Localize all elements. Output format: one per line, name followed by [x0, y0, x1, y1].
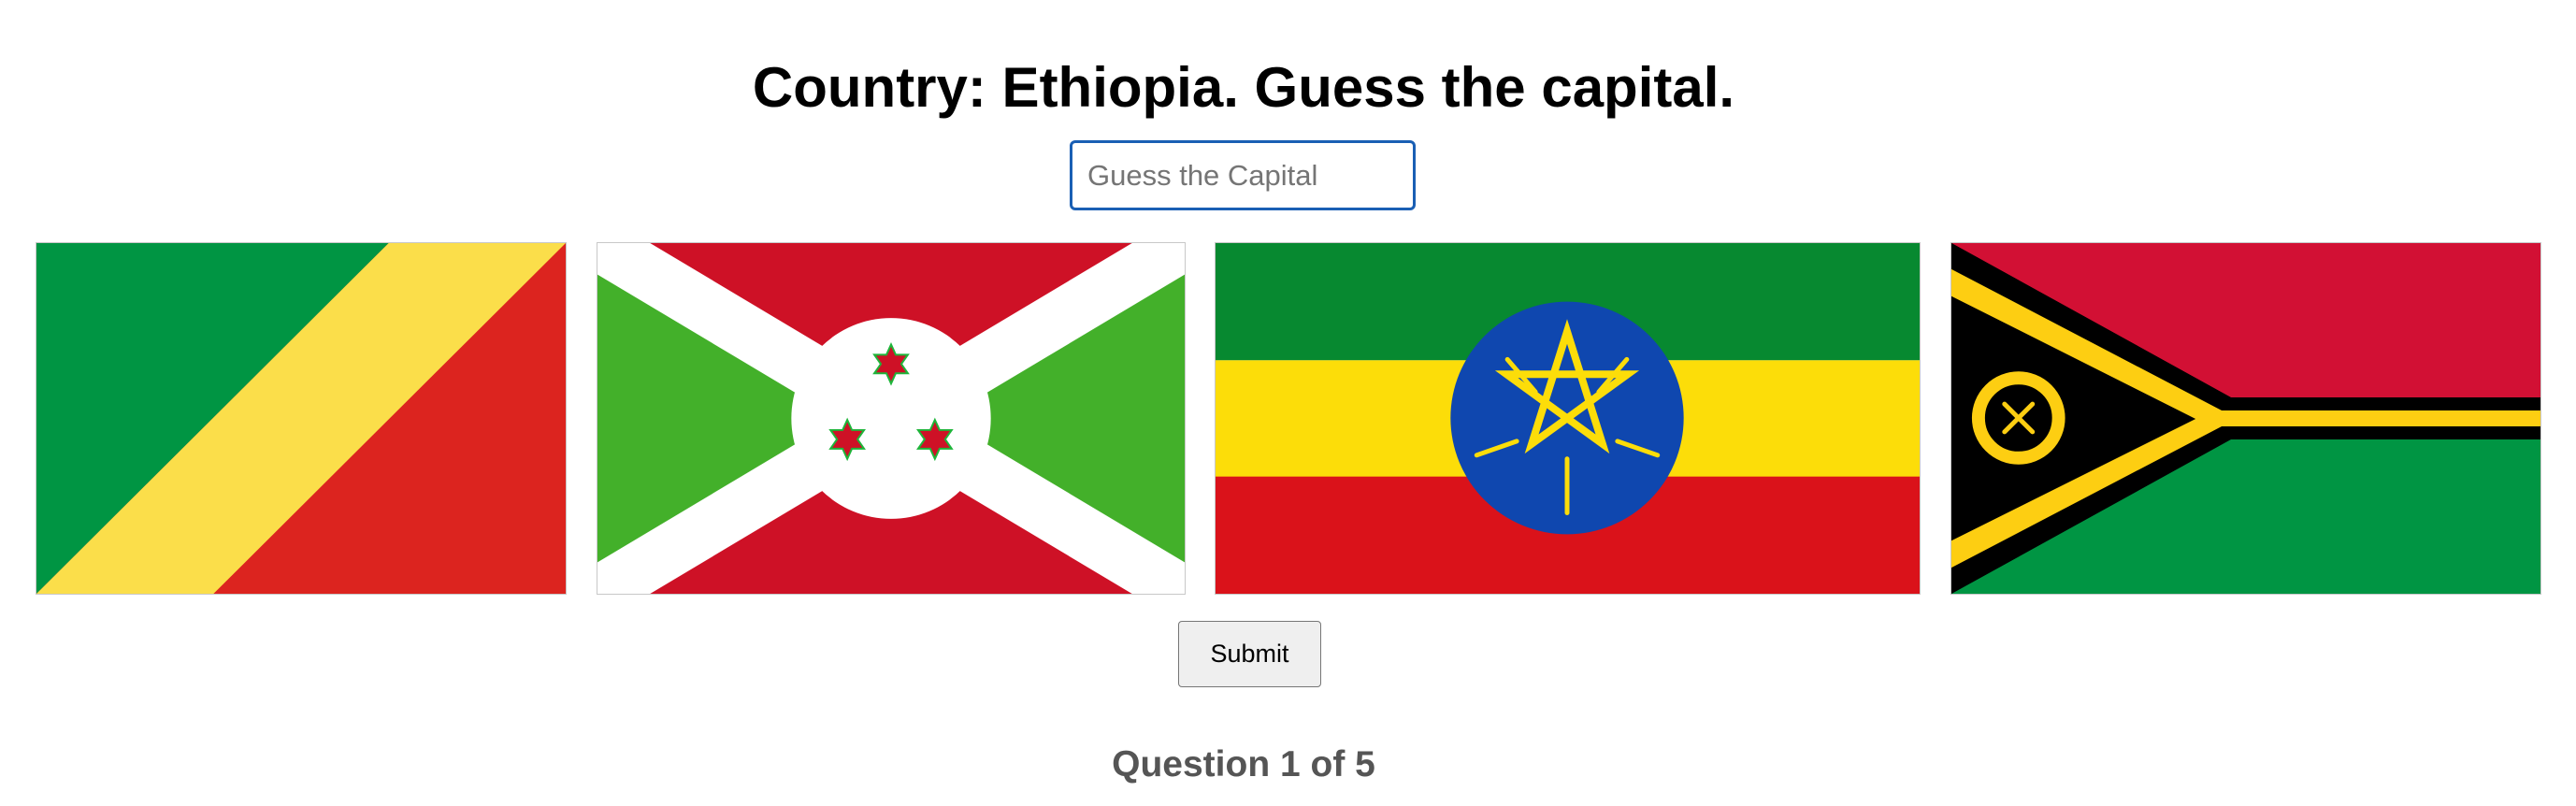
vanuatu-flag-icon[interactable] [1950, 242, 2541, 595]
question-progress: Question 1 of 5 [1112, 744, 1375, 784]
republic-of-the-congo-flag-icon[interactable] [36, 242, 567, 595]
ethiopia-flag-icon[interactable] [1215, 242, 1921, 595]
capital-guess-input[interactable] [1070, 140, 1416, 210]
page-title: Country: Ethiopia. Guess the capital. [752, 56, 1735, 120]
submit-button[interactable]: Submit [1178, 621, 1321, 687]
burundi-flag-icon[interactable] [597, 242, 1186, 595]
